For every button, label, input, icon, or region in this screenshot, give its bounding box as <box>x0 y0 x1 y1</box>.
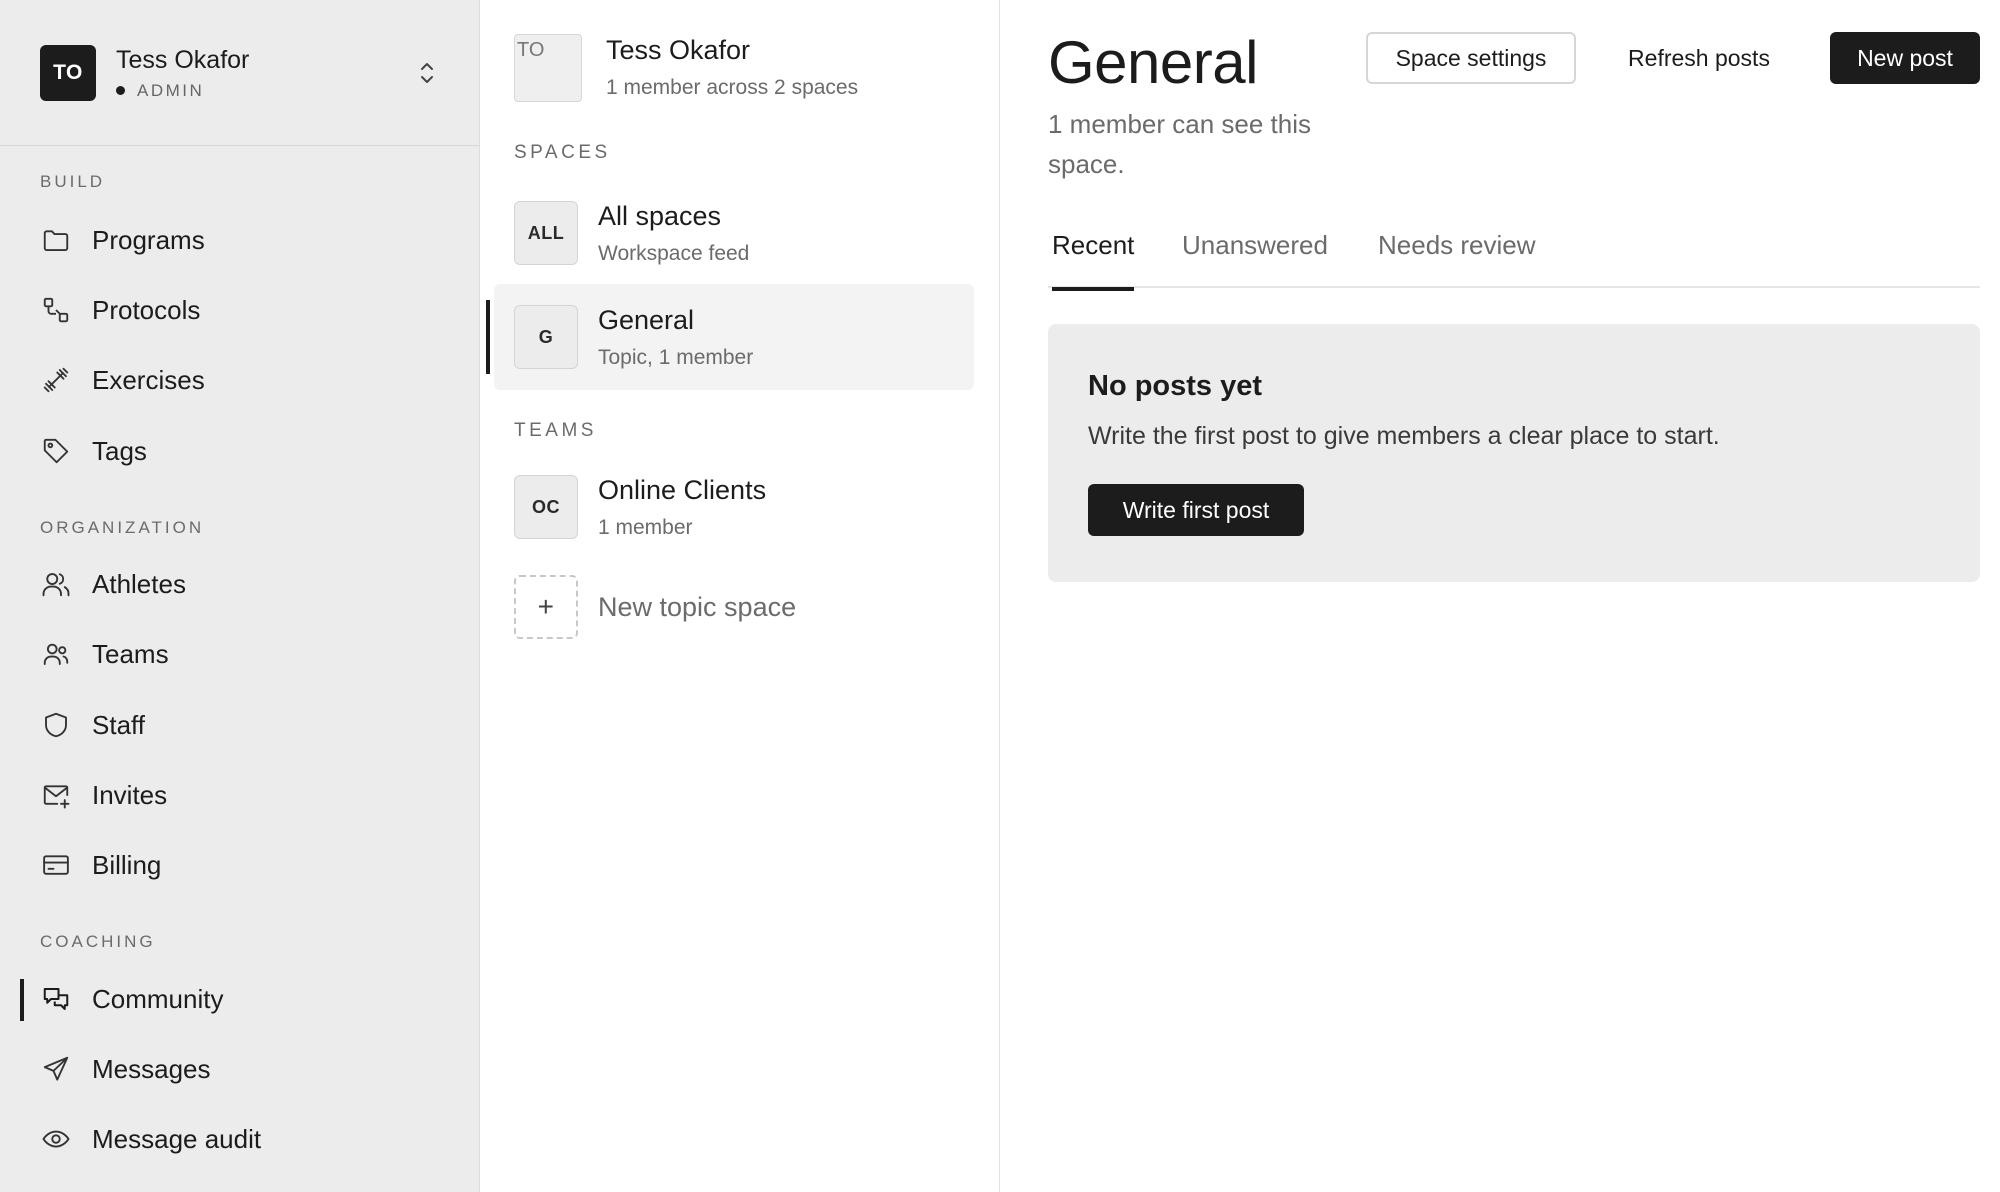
sidebar-item-label: Exercises <box>92 364 205 395</box>
space-text: New topic space <box>598 591 796 623</box>
sidebar-item-label: Invites <box>92 779 168 810</box>
chat-bubbles-icon <box>40 983 72 1015</box>
sidebar-item-community[interactable]: Community <box>0 969 479 1029</box>
nav-section-build: BUILD <box>40 172 106 191</box>
team-item-online-clients[interactable]: OC Online Clients 1 member <box>514 454 974 560</box>
space-settings-button[interactable]: Space settings <box>1366 32 1576 84</box>
account-role: ADMIN <box>116 81 249 101</box>
empty-state-card: No posts yet Write the first post to giv… <box>1048 324 1980 582</box>
page-subtitle: 1 member can see this space. <box>1048 109 1312 179</box>
empty-state-title: No posts yet <box>1088 370 1263 402</box>
sidebar-item-invites[interactable]: Invites <box>0 765 479 825</box>
new-space-label: New topic space <box>598 591 797 622</box>
empty-state-text: Write the first post to give members a c… <box>1088 422 1720 450</box>
sidebar-item-billing[interactable]: Billing <box>0 835 479 895</box>
teams-section-label: TEAMS <box>514 420 597 441</box>
nav-section-organization: ORGANIZATION <box>40 518 205 537</box>
sidebar-item-label: Community <box>92 983 224 1014</box>
chevron-up-down-icon[interactable] <box>415 58 439 88</box>
account-name: Tess Okafor <box>116 45 250 74</box>
space-name: Online Clients <box>598 474 767 505</box>
space-badge: ALL <box>514 201 578 265</box>
space-badge: G <box>514 305 578 369</box>
team-icon <box>40 638 72 670</box>
plus-icon: + <box>514 575 578 639</box>
mail-plus-icon <box>40 779 72 811</box>
space-item-all[interactable]: ALL All spaces Workspace feed <box>514 180 974 286</box>
eye-icon <box>40 1123 72 1155</box>
sidebar-item-label: Protocols <box>92 294 201 325</box>
spaces-panel: TO Tess Okafor 1 member across 2 spaces … <box>480 0 1000 1192</box>
sidebar-item-message-audit[interactable]: Message audit <box>0 1109 479 1169</box>
space-text: All spaces Workspace feed <box>598 200 749 266</box>
dumbbell-icon <box>40 364 72 396</box>
sidebar-item-label: Programs <box>92 224 205 255</box>
users-icon <box>40 568 72 600</box>
tab-needs-review[interactable]: Needs review <box>1378 230 1536 287</box>
owner-info: Tess Okafor 1 member across 2 spaces <box>606 34 858 100</box>
sidebar-item-programs[interactable]: Programs <box>0 210 479 270</box>
sidebar: TO Tess Okafor ADMIN BUILD Programs Prot… <box>0 0 480 1192</box>
owner-summary: 1 member across 2 spaces <box>606 76 859 100</box>
space-name: General <box>598 304 695 335</box>
space-owner: TO Tess Okafor 1 member across 2 spaces <box>514 34 858 102</box>
sidebar-item-label: Billing <box>92 849 162 880</box>
write-first-post-button[interactable]: Write first post <box>1088 484 1304 536</box>
sidebar-item-teams[interactable]: Teams <box>0 624 479 684</box>
space-sub: Workspace feed <box>598 242 750 266</box>
flow-icon <box>40 294 72 326</box>
new-topic-space-button[interactable]: + New topic space <box>514 554 974 660</box>
sidebar-item-staff[interactable]: Staff <box>0 695 479 755</box>
sidebar-item-label: Messages <box>92 1053 211 1084</box>
credit-card-icon <box>40 849 72 881</box>
send-icon <box>40 1053 72 1085</box>
spaces-section-label: SPACES <box>514 142 611 163</box>
owner-avatar: TO <box>514 34 582 102</box>
space-sub: 1 member <box>598 516 693 540</box>
post-tabs: Recent Unanswered Needs review <box>1048 220 1980 291</box>
sidebar-item-label: Tags <box>92 435 147 466</box>
account-info: Tess Okafor ADMIN <box>116 45 249 101</box>
sidebar-item-label: Teams <box>92 638 169 669</box>
nav-section-coaching: COACHING <box>40 932 156 951</box>
folder-icon <box>40 224 72 256</box>
sidebar-item-protocols[interactable]: Protocols <box>0 280 479 340</box>
page-title: General <box>1048 29 1258 96</box>
sidebar-item-label: Message audit <box>92 1123 262 1154</box>
sidebar-item-athletes[interactable]: Athletes <box>0 554 479 614</box>
space-badge: OC <box>514 475 578 539</box>
refresh-posts-button[interactable]: Refresh posts <box>1604 32 1794 84</box>
main-content: General 1 member can see this space. Spa… <box>1000 0 2000 1192</box>
space-name: All spaces <box>598 200 722 231</box>
account-role-label: ADMIN <box>137 80 205 100</box>
tab-unanswered[interactable]: Unanswered <box>1182 230 1328 287</box>
sidebar-item-exercises[interactable]: Exercises <box>0 350 479 410</box>
tag-icon <box>40 435 72 467</box>
sidebar-item-messages[interactable]: Messages <box>0 1039 479 1099</box>
shield-icon <box>40 709 72 741</box>
space-text: General Topic, 1 member <box>598 304 753 370</box>
sidebar-item-label: Staff <box>92 709 146 740</box>
space-sub: Topic, 1 member <box>598 346 754 370</box>
account-switcher[interactable]: TO Tess Okafor ADMIN <box>0 0 479 146</box>
account-avatar: TO <box>40 44 96 101</box>
space-text: Online Clients 1 member <box>598 474 766 540</box>
role-dot <box>116 86 125 95</box>
sidebar-item-tags[interactable]: Tags <box>0 421 479 481</box>
new-post-button[interactable]: New post <box>1830 32 1980 84</box>
owner-name: Tess Okafor <box>606 35 751 65</box>
tab-recent[interactable]: Recent <box>1052 230 1135 291</box>
space-item-general[interactable]: G General Topic, 1 member <box>486 284 974 390</box>
sidebar-item-label: Athletes <box>92 568 186 599</box>
